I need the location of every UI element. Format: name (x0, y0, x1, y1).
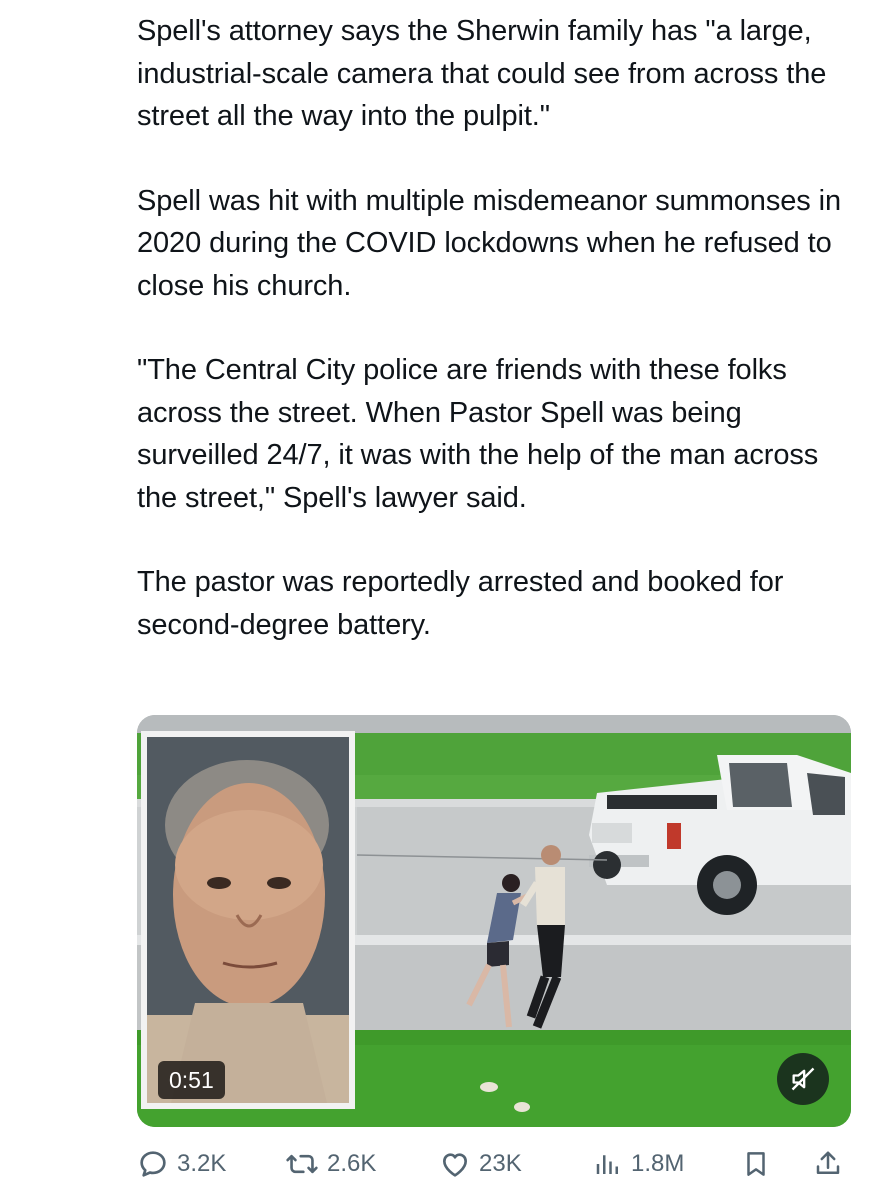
video-duration: 0:51 (158, 1061, 225, 1099)
reply-icon (140, 1151, 166, 1177)
repost-icon (286, 1154, 318, 1174)
video-thumbnail (137, 715, 851, 1127)
speaker-muted-icon (791, 1067, 815, 1091)
tweet-text: Spell's attorney says the Sherwin family… (137, 10, 857, 688)
tweet-paragraph: The pastor was reportedly arrested and b… (137, 566, 784, 641)
tweet-paragraph: "The Central City police are friends wit… (137, 354, 819, 514)
video-player[interactable]: 0:51 (137, 715, 851, 1127)
like-count: 23K (479, 1150, 522, 1177)
tweet-paragraph: Spell was hit with multiple misdemeanor … (137, 184, 841, 302)
tweet-paragraph: Spell's attorney says the Sherwin family… (137, 15, 827, 132)
repost-button[interactable]: 2.6K (285, 1142, 376, 1186)
views-count: 1.8M (631, 1150, 685, 1177)
tweet-action-bar: 3.2K 2.6K 23K 1.8M (137, 1142, 851, 1186)
bookmark-icon (747, 1152, 765, 1176)
bookmark-button[interactable] (741, 1142, 771, 1186)
share-button[interactable] (813, 1142, 843, 1186)
analytics-icon (596, 1155, 618, 1174)
views-button[interactable]: 1.8M (593, 1142, 684, 1186)
mute-button[interactable] (777, 1053, 829, 1105)
reply-count: 3.2K (177, 1150, 227, 1177)
like-button[interactable]: 23K (439, 1142, 522, 1186)
repost-count: 2.6K (327, 1150, 377, 1177)
heart-icon (443, 1153, 467, 1177)
share-icon (816, 1151, 840, 1174)
reply-button[interactable]: 3.2K (137, 1142, 226, 1186)
